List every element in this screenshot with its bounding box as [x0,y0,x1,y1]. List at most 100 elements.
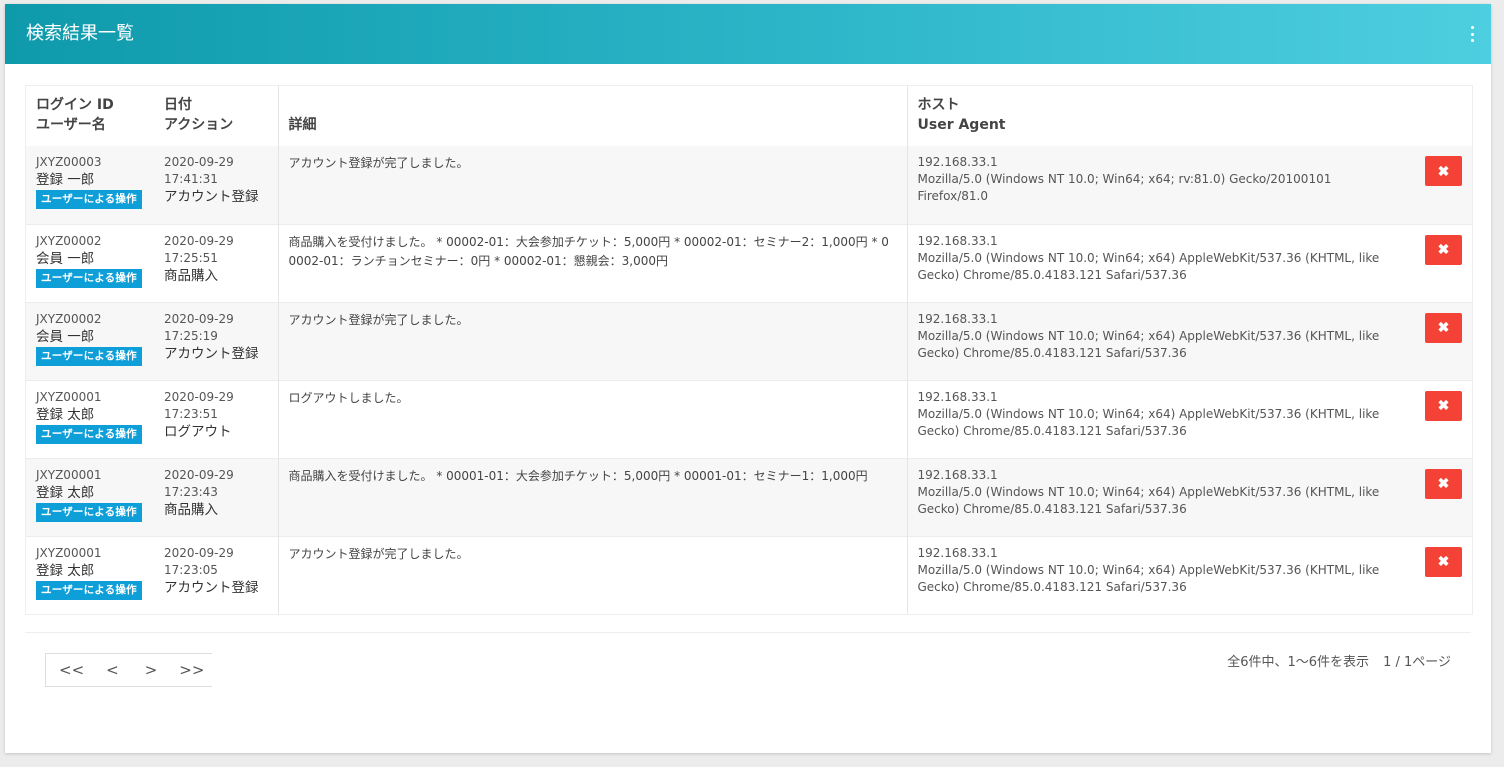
log-action: ログアウト [164,423,232,440]
operator-badge: ユーザーによる操作 [36,346,142,366]
log-detail: 商品購入を受付けました。 * 00001-01：大会参加チケット：5,000円 … [288,468,868,483]
operator-badge: ユーザーによる操作 [36,190,142,209]
col-action: アクション [164,117,234,133]
delete-button[interactable]: ✖ [1425,390,1462,421]
operator-badge: ユーザーによる操作 [36,502,142,522]
page-indicator: 1 / 1ページ [1383,655,1451,670]
log-date: 2020-09-29 [164,311,234,326]
user-name: 会員 一郎 [36,328,95,345]
close-icon: ✖ [1437,553,1450,569]
host-ip: 192.168.33.1 [917,311,998,326]
col-header-date: 日付 アクション [154,86,279,146]
delete-button[interactable]: ✖ [1425,312,1462,343]
table-row: JXYZ00003 登録 一郎 ユーザーによる操作 2020-09-29 17:… [26,146,1472,224]
col-date: 日付 [164,97,192,113]
page-title: 検索結果一覧 [26,23,134,44]
last-page-button[interactable]: >> [179,661,204,679]
log-detail: アカウント登録が完了しました。 [288,156,469,170]
login-id: JXYZ00002 [36,311,102,326]
user-agent: Mozilla/5.0 (Windows NT 10.0; Win64; x64… [917,406,1380,438]
cell-detail: アカウント登録が完了しました。 [278,535,907,614]
login-id: JXYZ00002 [36,233,102,248]
panel-header: 検索結果一覧 [5,4,1491,64]
result-count: 全6件中、1〜6件を表示 [1227,655,1370,670]
cell-delete: ✖ [1414,379,1472,458]
close-icon: ✖ [1437,475,1450,491]
cell-user: JXYZ00003 登録 一郎 ユーザーによる操作 [26,146,154,224]
host-ip: 192.168.33.1 [917,155,998,169]
log-time: 17:23:43 [164,484,218,499]
cell-user: JXYZ00001 登録 太郎 ユーザーによる操作 [26,457,154,536]
user-name: 登録 太郎 [36,406,95,423]
log-date: 2020-09-29 [164,467,234,482]
log-date: 2020-09-29 [164,545,234,560]
cell-user: JXYZ00002 会員 一郎 ユーザーによる操作 [26,301,154,380]
delete-button[interactable]: ✖ [1425,546,1462,577]
user-agent: Mozilla/5.0 (Windows NT 10.0; Win64; x64… [917,562,1380,594]
table-row: JXYZ00002 会員 一郎 ユーザーによる操作 2020-09-29 17:… [26,223,1472,302]
cell-detail: アカウント登録が完了しました。 [278,301,907,380]
kebab-menu-icon[interactable] [1469,26,1475,42]
col-login-id: ログイン ID [36,97,114,113]
close-icon: ✖ [1437,241,1450,257]
cell-date: 2020-09-29 17:23:05 アカウント登録 [154,535,279,614]
table-row: JXYZ00001 登録 太郎 ユーザーによる操作 2020-09-29 17:… [26,535,1472,614]
log-date: 2020-09-29 [164,389,234,404]
user-agent: Mozilla/5.0 (Windows NT 10.0; Win64; x64… [917,328,1380,360]
cell-host: 192.168.33.1 Mozilla/5.0 (Windows NT 10.… [906,379,1414,458]
cell-delete: ✖ [1414,223,1472,302]
log-time: 17:23:05 [164,562,218,577]
cell-host: 192.168.33.1 Mozilla/5.0 (Windows NT 10.… [906,301,1414,380]
close-icon: ✖ [1437,319,1450,335]
delete-button[interactable]: ✖ [1425,156,1462,186]
cell-host: 192.168.33.1 Mozilla/5.0 (Windows NT 10.… [906,535,1414,614]
user-name: 登録 太郎 [36,484,95,501]
cell-delete: ✖ [1414,535,1472,614]
table-header-row: ログイン ID ユーザー名 日付 アクション 詳細 ホスト User Agent [26,86,1472,146]
log-date: 2020-09-29 [164,233,234,248]
login-id: JXYZ00001 [36,545,102,560]
cell-date: 2020-09-29 17:25:19 アカウント登録 [154,301,279,380]
first-page-button[interactable]: << [59,661,84,679]
divider [25,632,1471,633]
log-action: アカウント登録 [164,345,259,362]
close-icon: ✖ [1437,162,1450,179]
col-user-name: ユーザー名 [36,117,106,133]
cell-date: 2020-09-29 17:23:43 商品購入 [154,457,279,536]
delete-button[interactable]: ✖ [1425,234,1462,265]
cell-delete: ✖ [1414,146,1472,224]
host-ip: 192.168.33.1 [917,389,998,404]
col-header-detail: 詳細 [278,86,907,146]
cell-delete: ✖ [1414,457,1472,536]
log-detail: ログアウトしました。 [288,390,409,405]
table-row: JXYZ00002 会員 一郎 ユーザーによる操作 2020-09-29 17:… [26,301,1472,380]
log-action: 商品購入 [164,501,218,518]
cell-detail: 商品購入を受付けました。 * 00001-01：大会参加チケット：5,000円 … [278,457,907,536]
host-ip: 192.168.33.1 [917,467,998,482]
cell-delete: ✖ [1414,301,1472,380]
next-page-button[interactable]: > [145,661,158,679]
login-id: JXYZ00001 [36,389,102,404]
log-time: 17:41:31 [164,172,218,186]
col-header-host: ホスト User Agent [906,86,1414,146]
close-icon: ✖ [1437,397,1450,413]
operator-badge: ユーザーによる操作 [36,424,142,444]
log-action: 商品購入 [164,267,218,284]
cell-host: 192.168.33.1 Mozilla/5.0 (Windows NT 10.… [906,146,1414,224]
table-body: JXYZ00003 登録 一郎 ユーザーによる操作 2020-09-29 17:… [26,146,1472,614]
user-name: 登録 一郎 [36,172,95,188]
login-id: JXYZ00003 [36,155,102,169]
user-agent: Mozilla/5.0 (Windows NT 10.0; Win64; x64… [917,172,1332,203]
cell-host: 192.168.33.1 Mozilla/5.0 (Windows NT 10.… [906,223,1414,302]
log-detail: 商品購入を受付けました。 * 00002-01：大会参加チケット：5,000円 … [288,234,889,268]
prev-page-button[interactable]: < [106,661,119,679]
cell-date: 2020-09-29 17:41:31 アカウント登録 [154,146,279,224]
log-time: 17:25:19 [164,328,218,343]
log-action: アカウント登録 [164,189,259,205]
user-agent: Mozilla/5.0 (Windows NT 10.0; Win64; x64… [917,250,1380,282]
cell-detail: アカウント登録が完了しました。 [278,146,907,224]
cell-date: 2020-09-29 17:23:51 ログアウト [154,379,279,458]
col-host: ホスト [917,97,960,113]
delete-button[interactable]: ✖ [1425,468,1462,499]
log-date: 2020-09-29 [164,155,234,169]
